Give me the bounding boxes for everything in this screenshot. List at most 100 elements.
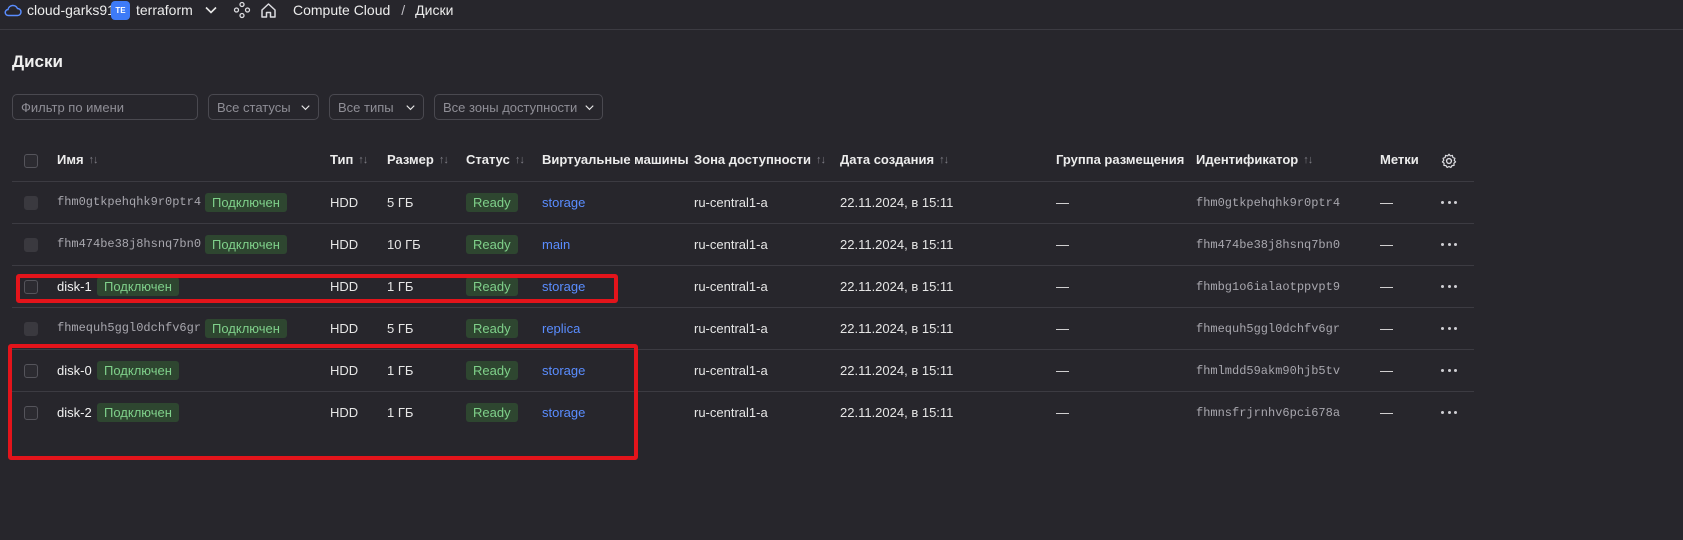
sort-icon[interactable]: ↑↓ — [816, 154, 826, 166]
column-labels-label: Метки — [1380, 152, 1419, 167]
labels-value: — — [1380, 321, 1393, 336]
zone-filter-value: Все зоны доступности — [443, 99, 578, 115]
disk-size: 5 ГБ — [387, 321, 414, 336]
more-actions-icon[interactable] — [1441, 201, 1457, 205]
created-date: 22.11.2024, в 15:11 — [840, 405, 954, 420]
folder-name: terraform — [136, 2, 193, 18]
availability-zone: ru-central1-a — [694, 195, 768, 210]
highlight-box-disk-1 — [16, 274, 618, 303]
type-filter-value: Все типы — [338, 99, 394, 115]
labels-value: — — [1380, 405, 1393, 420]
row-divider — [12, 223, 1474, 224]
disk-id: fhmlmdd59akm90hjb5tv — [1196, 364, 1341, 378]
folder-selector[interactable]: TE terraform — [111, 0, 217, 20]
select-all-checkbox[interactable] — [24, 154, 38, 168]
sort-icon[interactable]: ↑↓ — [89, 154, 99, 166]
more-actions-icon[interactable] — [1441, 327, 1457, 331]
breadcrumb-service[interactable]: Compute Cloud — [293, 2, 390, 18]
sort-icon[interactable]: ↑↓ — [939, 154, 949, 166]
chevron-down-icon — [585, 104, 594, 110]
folder-badge: TE — [111, 0, 130, 20]
column-header-zone[interactable]: Зона доступности ↑↓ — [694, 152, 826, 167]
row-divider — [12, 265, 1474, 266]
disk-name[interactable]: fhmequh5ggl0dchfv6gr — [57, 321, 201, 335]
placement-group: — — [1056, 321, 1069, 336]
zone-filter-select[interactable]: Все зоны доступности — [434, 94, 603, 120]
name-filter-input[interactable] — [21, 99, 189, 115]
status-filter-value: Все статусы — [217, 99, 291, 115]
disk-type: HDD — [330, 195, 359, 210]
status-badge: Ready — [466, 193, 518, 212]
sort-icon[interactable]: ↑↓ — [1303, 154, 1313, 166]
status-badge: Ready — [466, 235, 518, 254]
row-checkbox[interactable] — [24, 322, 38, 336]
type-filter-select[interactable]: Все типы — [329, 94, 424, 120]
cloud-selector[interactable]: cloud-garks91 — [4, 0, 115, 20]
more-actions-icon[interactable] — [1441, 285, 1457, 289]
column-header-name[interactable]: Имя ↑↓ — [57, 152, 99, 167]
status-filter-select[interactable]: Все статусы — [208, 94, 319, 120]
chevron-down-icon — [301, 104, 310, 110]
column-status-label: Статус — [466, 152, 510, 167]
created-date: 22.11.2024, в 15:11 — [840, 237, 954, 252]
disk-size: 5 ГБ — [387, 195, 414, 210]
disk-name[interactable]: fhm474be38j8hsnq7bn0 — [57, 237, 201, 251]
name-filter[interactable] — [12, 94, 198, 120]
home-button[interactable] — [260, 0, 277, 20]
disk-id: fhm474be38j8hsnq7bn0 — [1196, 238, 1341, 252]
vm-link[interactable]: storage — [542, 195, 585, 210]
column-placement-label: Группа размещения — [1056, 152, 1185, 167]
created-date: 22.11.2024, в 15:11 — [840, 279, 954, 294]
home-icon — [261, 2, 276, 18]
breadcrumb-current: Диски — [415, 2, 454, 18]
column-header-size[interactable]: Размер ↑↓ — [387, 152, 449, 167]
column-size-label: Размер — [387, 152, 434, 167]
column-header-status[interactable]: Статус ↑↓ — [466, 152, 525, 167]
column-header-placement: Группа размещения — [1056, 152, 1184, 167]
more-actions-icon[interactable] — [1441, 243, 1457, 247]
sort-icon[interactable]: ↑↓ — [439, 154, 449, 166]
labels-value: — — [1380, 237, 1393, 252]
breadcrumb-separator: / — [401, 2, 406, 18]
column-name-label: Имя — [57, 152, 84, 167]
settings-gear-icon[interactable] — [1441, 153, 1457, 169]
row-checkbox[interactable] — [24, 196, 38, 210]
column-header-created[interactable]: Дата создания ↑↓ — [840, 152, 949, 167]
vm-link[interactable]: main — [542, 237, 570, 252]
attached-badge: Подключен — [205, 235, 287, 254]
column-created-label: Дата создания — [840, 152, 935, 167]
sort-icon[interactable]: ↑↓ — [358, 154, 368, 166]
created-date: 22.11.2024, в 15:11 — [840, 195, 954, 210]
vm-link[interactable]: replica — [542, 321, 580, 336]
cloud-icon — [4, 4, 22, 17]
more-actions-icon[interactable] — [1441, 411, 1457, 415]
placement-group: — — [1056, 405, 1069, 420]
disk-name[interactable]: fhm0gtkpehqhk9r0ptr4 — [57, 195, 201, 209]
chevron-down-icon[interactable] — [205, 6, 217, 14]
sort-icon[interactable]: ↑↓ — [515, 154, 525, 166]
availability-zone: ru-central1-a — [694, 279, 768, 294]
chevron-down-icon — [406, 104, 415, 110]
services-button[interactable] — [233, 0, 251, 20]
disk-type: HDD — [330, 321, 359, 336]
column-header-vms: Виртуальные машины — [542, 152, 689, 167]
column-zone-label: Зона доступности — [694, 152, 812, 167]
created-date: 22.11.2024, в 15:11 — [840, 363, 954, 378]
status-badge: Ready — [466, 319, 518, 338]
availability-zone: ru-central1-a — [694, 321, 768, 336]
cloud-name: cloud-garks91 — [27, 2, 115, 18]
column-header-id[interactable]: Идентификатор ↑↓ — [1196, 152, 1313, 167]
column-vms-label: Виртуальные машины — [542, 152, 689, 167]
column-header-labels: Метки — [1380, 152, 1419, 167]
disk-id: fhmbg1o6ialaotppvpt9 — [1196, 280, 1341, 294]
column-header-type[interactable]: Тип ↑↓ — [330, 152, 368, 167]
placement-group: — — [1056, 279, 1069, 294]
header-divider — [12, 181, 1474, 182]
availability-zone: ru-central1-a — [694, 237, 768, 252]
more-actions-icon[interactable] — [1441, 369, 1457, 373]
disk-id: fhmequh5ggl0dchfv6gr — [1196, 322, 1341, 336]
labels-value: — — [1380, 363, 1393, 378]
attached-badge: Подключен — [205, 193, 287, 212]
top-navigation-bar: cloud-garks91 TE terraform Compute Cloud… — [0, 0, 1683, 30]
row-checkbox[interactable] — [24, 238, 38, 252]
